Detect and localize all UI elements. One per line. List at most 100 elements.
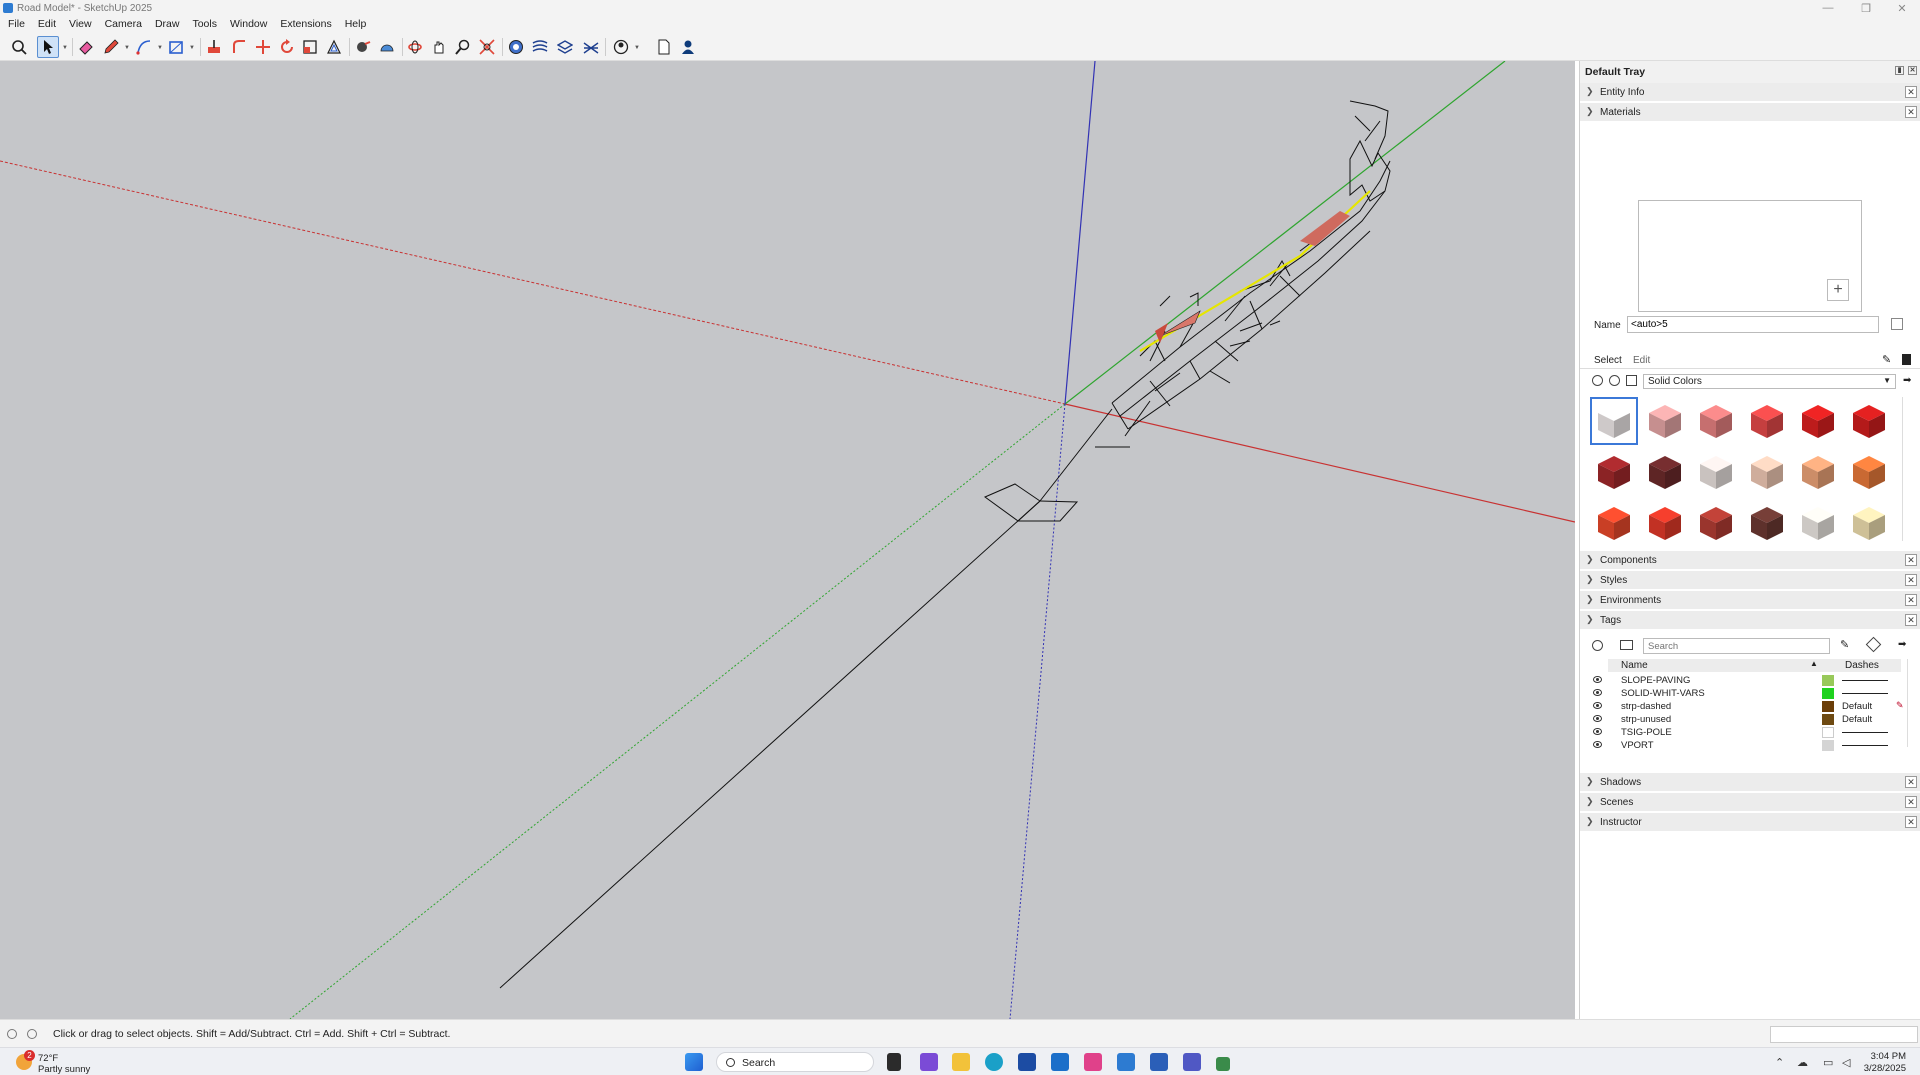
- word-icon[interactable]: [1150, 1053, 1168, 1071]
- tag-row[interactable]: strp-dashed Default ✎: [1580, 700, 1920, 713]
- create-material-icon[interactable]: [1592, 375, 1603, 386]
- volume-icon[interactable]: ◁: [1842, 1056, 1850, 1069]
- tag-tool-icon[interactable]: ✎: [1840, 638, 1849, 651]
- tag-color[interactable]: [1822, 714, 1834, 725]
- panel-components[interactable]: ❯ Components ✕: [1580, 551, 1920, 570]
- material-swatch[interactable]: [1692, 397, 1740, 445]
- close-icon[interactable]: ✕: [1905, 594, 1917, 606]
- panel-styles[interactable]: ❯ Styles ✕: [1580, 571, 1920, 590]
- visibility-eye-icon[interactable]: [1593, 676, 1602, 683]
- tag-dash-line[interactable]: [1842, 745, 1888, 746]
- pan-icon[interactable]: [428, 36, 450, 58]
- network-icon[interactable]: ▭: [1823, 1056, 1833, 1069]
- details-arrow-icon[interactable]: ➡: [1903, 375, 1911, 386]
- sort-ascending-icon[interactable]: ▲: [1810, 659, 1818, 668]
- zoom-extents-icon[interactable]: [476, 36, 498, 58]
- close-button[interactable]: ✕: [1884, 0, 1920, 16]
- tag-dash-line[interactable]: [1842, 693, 1888, 694]
- tag-dashes[interactable]: Default: [1842, 701, 1872, 712]
- panel-environments[interactable]: ❯ Environments ✕: [1580, 591, 1920, 610]
- menu-file[interactable]: File: [8, 18, 25, 30]
- material-swatch[interactable]: [1641, 448, 1689, 496]
- stamp-icon[interactable]: [580, 36, 602, 58]
- taskbar-search[interactable]: Search: [716, 1052, 874, 1072]
- offset-icon[interactable]: [323, 36, 345, 58]
- details-arrow-icon[interactable]: ➡: [1898, 639, 1906, 650]
- display-secondary-icon[interactable]: [1609, 375, 1620, 386]
- weather-widget[interactable]: 2 72°F Partly sunny: [16, 1050, 116, 1075]
- profile-icon[interactable]: [610, 36, 632, 58]
- column-dashes[interactable]: Dashes: [1845, 660, 1879, 671]
- home-icon[interactable]: [1626, 375, 1637, 386]
- sandbox-from-contours-icon[interactable]: [529, 36, 551, 58]
- info-status-icon[interactable]: [27, 1029, 37, 1039]
- close-icon[interactable]: ✕: [1905, 554, 1917, 566]
- tag-color[interactable]: [1822, 727, 1834, 738]
- geo-location-status-icon[interactable]: [7, 1029, 17, 1039]
- add-tag-icon[interactable]: [1592, 640, 1603, 651]
- material-swatch[interactable]: [1794, 397, 1842, 445]
- close-icon[interactable]: ✕: [1905, 574, 1917, 586]
- tags-scrollbar[interactable]: [1907, 659, 1916, 747]
- material-swatch[interactable]: [1794, 448, 1842, 496]
- tags-search-input[interactable]: [1643, 638, 1830, 654]
- panel-materials[interactable]: ❯ Materials ✕: [1580, 103, 1920, 122]
- close-icon[interactable]: ✕: [1905, 614, 1917, 626]
- close-icon[interactable]: ✕: [1905, 796, 1917, 808]
- pencil-icon[interactable]: [100, 36, 122, 58]
- close-icon[interactable]: ✕: [1905, 776, 1917, 788]
- panel-entity-info[interactable]: ❯ Entity Info ✕: [1580, 83, 1920, 102]
- menu-extensions[interactable]: Extensions: [280, 18, 331, 30]
- teams-icon[interactable]: [1183, 1053, 1201, 1071]
- visibility-eye-icon[interactable]: [1593, 689, 1602, 696]
- visibility-eye-icon[interactable]: [1593, 715, 1602, 722]
- model-drawing[interactable]: [0, 61, 1575, 1019]
- pencil-dropdown-icon[interactable]: ▼: [124, 45, 130, 51]
- tab-edit[interactable]: Edit: [1633, 355, 1650, 366]
- visibility-eye-icon[interactable]: [1593, 728, 1602, 735]
- minimize-button[interactable]: —: [1810, 0, 1846, 16]
- scale-icon[interactable]: [299, 36, 321, 58]
- tag-dashes[interactable]: Default: [1842, 714, 1872, 725]
- menu-camera[interactable]: Camera: [105, 18, 142, 30]
- account-icon[interactable]: [677, 36, 699, 58]
- close-icon[interactable]: ✕: [1905, 106, 1917, 118]
- column-name[interactable]: Name: [1621, 660, 1648, 671]
- outlook-icon[interactable]: [1051, 1053, 1069, 1071]
- new-file-icon[interactable]: [653, 36, 675, 58]
- restore-button[interactable]: ❒: [1848, 0, 1884, 16]
- store-icon[interactable]: [1018, 1053, 1036, 1071]
- material-swatch[interactable]: [1743, 397, 1791, 445]
- pin-icon[interactable]: ▮: [1895, 66, 1904, 75]
- panel-shadows[interactable]: ❯ Shadows ✕: [1580, 773, 1920, 792]
- material-swatch[interactable]: [1641, 499, 1689, 541]
- material-swatch[interactable]: [1590, 499, 1638, 541]
- clock[interactable]: 3:04 PM 3/28/2025: [1858, 1051, 1906, 1075]
- material-library-select[interactable]: Solid Colors ▼: [1643, 374, 1896, 389]
- material-swatch[interactable]: [1743, 448, 1791, 496]
- tray-close-icon[interactable]: ✕: [1908, 66, 1917, 75]
- orbit-icon[interactable]: [404, 36, 426, 58]
- edge-icon[interactable]: [985, 1053, 1003, 1071]
- material-name-input[interactable]: [1627, 316, 1879, 333]
- tag-row[interactable]: strp-unused Default: [1580, 713, 1920, 726]
- rectangle-icon[interactable]: [165, 36, 187, 58]
- close-icon[interactable]: ✕: [1905, 816, 1917, 828]
- road-model-geometry[interactable]: [499, 100, 1391, 989]
- material-swatch[interactable]: [1743, 499, 1791, 541]
- tag-color[interactable]: [1822, 688, 1834, 699]
- close-icon[interactable]: ✕: [1905, 86, 1917, 98]
- tab-select[interactable]: Select: [1594, 355, 1622, 366]
- measurements-box[interactable]: [1770, 1026, 1918, 1043]
- sandbox-from-scratch-icon[interactable]: [554, 36, 576, 58]
- material-swatch[interactable]: [1692, 499, 1740, 541]
- photos-icon[interactable]: [1084, 1053, 1102, 1071]
- select-icon[interactable]: [37, 36, 59, 58]
- menu-draw[interactable]: Draw: [155, 18, 180, 30]
- tag-row[interactable]: TSIG-POLE: [1580, 726, 1920, 739]
- material-swatch[interactable]: [1845, 499, 1893, 541]
- sketchup-taskbar-icon[interactable]: [1117, 1053, 1135, 1071]
- tag-color[interactable]: [1822, 701, 1834, 712]
- start-icon[interactable]: [685, 1053, 703, 1071]
- eraser-icon[interactable]: [75, 36, 97, 58]
